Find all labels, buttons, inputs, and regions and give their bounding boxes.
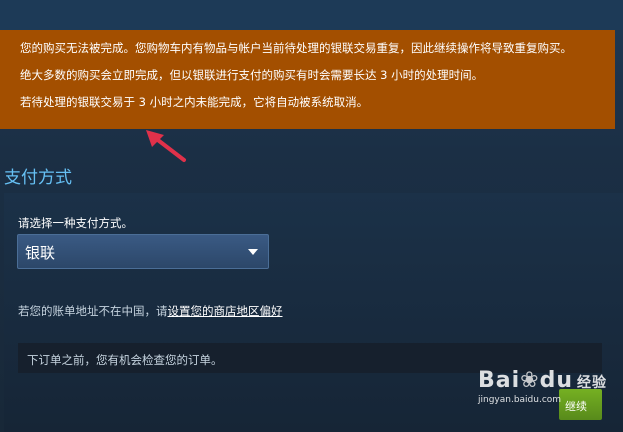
payment-method-title: 支付方式: [4, 168, 72, 188]
warning-line-2: 绝大多数的购买会立即完成，但以银联进行支付的购买有时会需要长达 3 小时的处理时…: [20, 68, 484, 82]
chevron-down-icon: [248, 249, 258, 255]
watermark-url: jingyan.baidu.com: [478, 395, 562, 405]
top-bar: [0, 0, 623, 30]
warning-line-1: 您的购买无法被完成。您购物车内有物品与帐户当前待处理的银联交易重复，因此继续操作…: [20, 41, 572, 55]
payment-method-prompt: 请选择一种支付方式。: [18, 216, 133, 230]
billing-region-text: 若您的账单地址不在中国，请: [18, 304, 168, 318]
red-arrow-annotation: [146, 130, 186, 162]
paw-icon: ❀: [520, 368, 540, 393]
payment-method-select[interactable]: 银联: [17, 234, 269, 269]
warning-line-3: 若待处理的银联交易于 3 小时之内未能完成，它将自动被系统取消。: [20, 95, 369, 109]
page: 您的购买无法被完成。您购物车内有物品与帐户当前待处理的银联交易重复，因此继续操作…: [0, 0, 623, 432]
pending-transaction-warning: 您的购买无法被完成。您购物车内有物品与帐户当前待处理的银联交易重复，因此继续操作…: [0, 30, 615, 129]
payment-method-selected-value: 银联: [25, 244, 56, 262]
baidu-jingyan-watermark: Bai❀du 经验 jingyan.baidu.com: [478, 368, 607, 405]
store-region-preference-link[interactable]: 设置您的商店地区偏好: [168, 304, 283, 318]
order-review-text: 下订单之前，您有机会检查您的订单。: [27, 353, 223, 367]
baidu-logo: Bai❀du 经验: [478, 368, 608, 393]
billing-region-notice: 若您的账单地址不在中国，请设置您的商店地区偏好: [18, 303, 283, 319]
